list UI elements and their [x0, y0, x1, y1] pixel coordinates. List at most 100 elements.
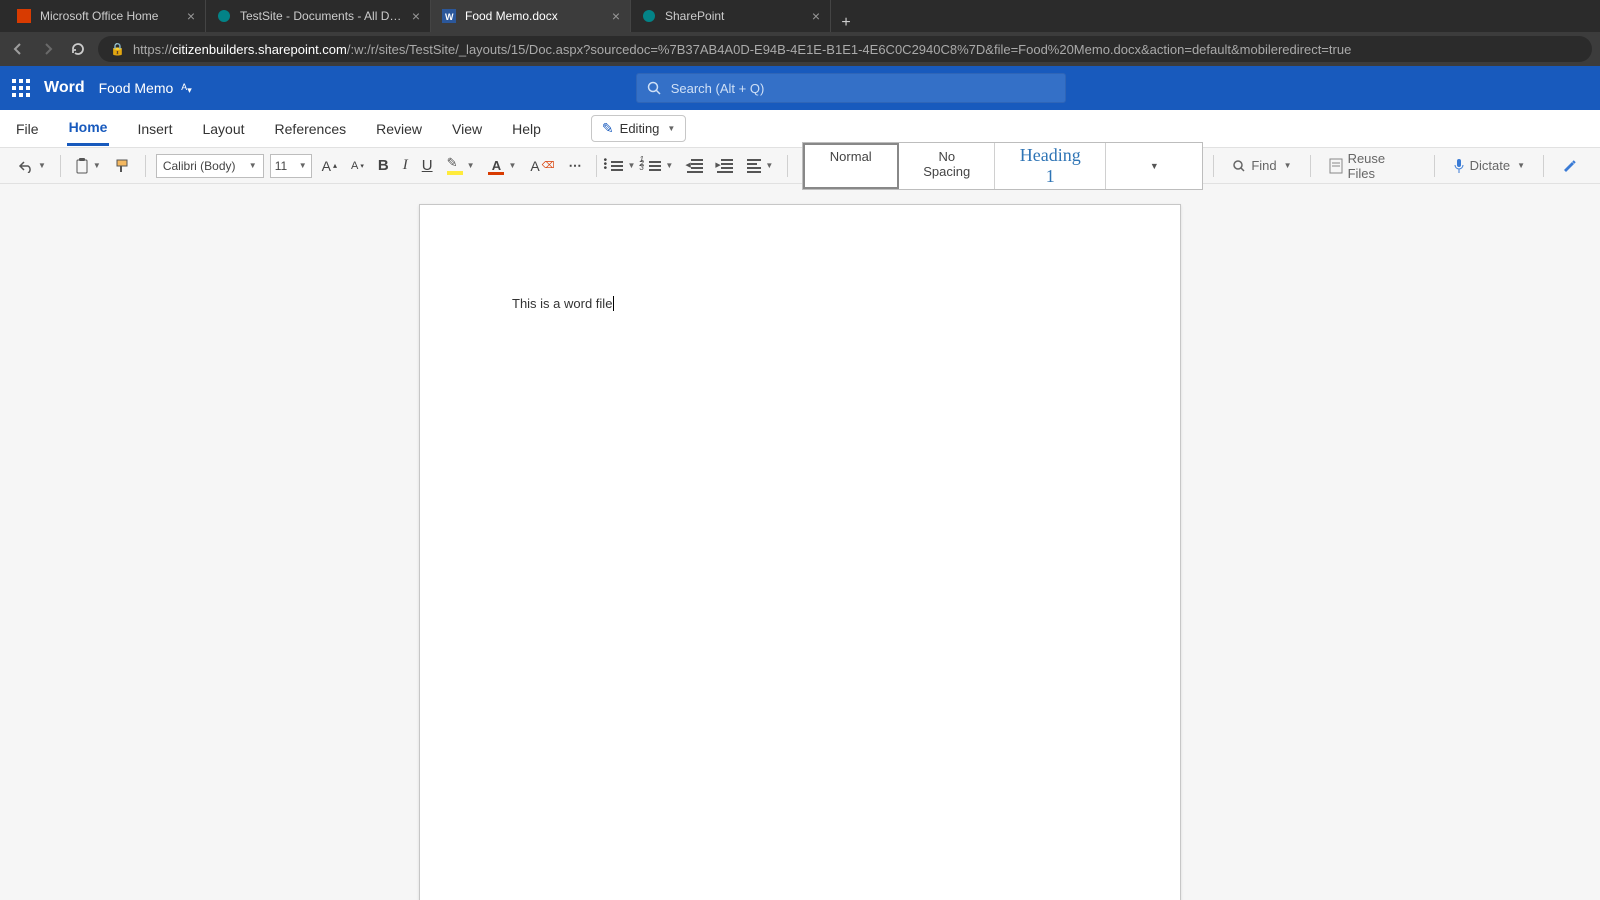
chevron-down-icon: ▼ [765, 161, 773, 170]
share-indicator-icon[interactable]: ᴬ▾ [181, 81, 191, 96]
styles-more-button[interactable]: ▼ [1106, 143, 1202, 189]
tab-title: Microsoft Office Home [40, 9, 179, 23]
find-button[interactable]: Find ▼ [1224, 154, 1299, 177]
url-input[interactable]: 🔒 https://citizenbuilders.sharepoint.com… [98, 36, 1592, 62]
tab-references[interactable]: References [273, 113, 349, 145]
close-icon[interactable]: × [612, 8, 620, 24]
app-header: Word Food Memo ᴬ▾ Search (Alt + Q) [0, 66, 1600, 110]
tab-file[interactable]: File [14, 113, 41, 145]
document-body-text[interactable]: This is a word file [512, 296, 612, 311]
close-icon[interactable]: × [412, 8, 420, 24]
chevron-down-icon: ▼ [667, 124, 675, 133]
more-font-options-button[interactable]: ⋯ [564, 155, 586, 177]
clear-formatting-button[interactable]: A⌫ [526, 155, 558, 177]
bullets-button[interactable]: ▼ [607, 158, 639, 174]
format-painter-button[interactable] [111, 155, 135, 177]
separator [1310, 155, 1311, 177]
tab-home[interactable]: Home [67, 111, 110, 146]
font-name-select[interactable]: Calibri (Body)▼ [156, 154, 264, 178]
toolbar: ▼ ▼ Calibri (Body)▼ 11▼ A▴ A▾ B I U ▼ A▼… [0, 148, 1600, 184]
search-icon [1232, 159, 1246, 173]
separator [787, 155, 788, 177]
tab-layout[interactable]: Layout [200, 113, 246, 145]
pen-icon: ✎ [602, 120, 614, 137]
tab-title: Food Memo.docx [465, 9, 604, 23]
font-size-select[interactable]: 11▼ [270, 154, 312, 178]
underline-button[interactable]: U [418, 154, 437, 177]
styles-gallery: Normal No Spacing Heading 1 ▼ [802, 142, 1203, 190]
decrease-indent-button[interactable] [683, 156, 707, 176]
separator [1543, 155, 1544, 177]
browser-tab[interactable]: TestSite - Documents - All Docu... × [206, 0, 431, 32]
ribbon-tabs: File Home Insert Layout References Revie… [0, 110, 1600, 148]
document-page[interactable]: This is a word file [419, 204, 1181, 900]
close-icon[interactable]: × [812, 8, 820, 24]
reuse-files-button[interactable]: Reuse Files [1321, 147, 1424, 185]
separator [596, 155, 597, 177]
browser-tab[interactable]: Microsoft Office Home × [6, 0, 206, 32]
reload-button[interactable] [68, 39, 88, 59]
bullets-icon [611, 161, 623, 171]
undo-button[interactable]: ▼ [14, 156, 50, 176]
shrink-font-button[interactable]: A▾ [347, 157, 368, 175]
style-normal[interactable]: Normal [803, 143, 899, 189]
separator [1213, 155, 1214, 177]
microphone-icon [1453, 158, 1465, 174]
browser-tabs: Microsoft Office Home × TestSite - Docum… [0, 0, 1600, 32]
tab-help[interactable]: Help [510, 113, 543, 145]
chevron-down-icon: ▼ [1284, 161, 1292, 170]
align-button[interactable]: ▼ [743, 156, 777, 176]
new-tab-button[interactable]: + [831, 14, 861, 32]
tab-view[interactable]: View [450, 113, 484, 145]
separator [145, 155, 146, 177]
numbering-button[interactable]: ▼ [645, 158, 677, 174]
text-cursor [613, 296, 614, 311]
app-launcher-icon[interactable] [12, 79, 30, 97]
document-canvas[interactable]: This is a word file [0, 184, 1600, 900]
style-heading1[interactable]: Heading 1 [995, 143, 1106, 189]
close-icon[interactable]: × [187, 8, 195, 24]
separator [60, 155, 61, 177]
tab-title: SharePoint [665, 9, 804, 23]
forward-button[interactable] [38, 39, 58, 59]
tab-review[interactable]: Review [374, 113, 424, 145]
chevron-down-icon: ▼ [467, 161, 475, 170]
address-bar: 🔒 https://citizenbuilders.sharepoint.com… [0, 32, 1600, 66]
indent-icon [717, 159, 733, 173]
editing-mode-button[interactable]: ✎ Editing ▼ [591, 115, 686, 142]
document-name[interactable]: Food Memo [99, 80, 174, 96]
search-input[interactable]: Search (Alt + Q) [636, 73, 1066, 103]
chevron-down-icon: ▼ [38, 161, 46, 170]
office-icon [16, 8, 32, 24]
sharepoint-icon [216, 8, 232, 24]
highlight-icon [447, 158, 463, 174]
font-color-button[interactable]: A▼ [484, 155, 520, 177]
chevron-down-icon: ▼ [249, 161, 257, 170]
url-text: https://citizenbuilders.sharepoint.com/:… [133, 42, 1351, 57]
browser-tab[interactable]: SharePoint × [631, 0, 831, 32]
search-placeholder: Search (Alt + Q) [671, 81, 765, 96]
browser-tab-active[interactable]: W Food Memo.docx × [431, 0, 631, 32]
svg-text:W: W [445, 12, 454, 22]
highlight-button[interactable]: ▼ [443, 155, 479, 177]
search-icon [647, 81, 661, 95]
file-icon [1329, 158, 1343, 174]
align-left-icon [747, 159, 761, 173]
dictate-button[interactable]: Dictate ▼ [1445, 154, 1533, 178]
back-button[interactable] [8, 39, 28, 59]
bold-button[interactable]: B [374, 154, 393, 177]
chevron-down-icon: ▼ [1517, 161, 1525, 170]
paste-button[interactable]: ▼ [71, 155, 105, 177]
grow-font-button[interactable]: A▴ [318, 155, 341, 177]
chevron-down-icon: ▼ [665, 161, 673, 170]
outdent-icon [687, 159, 703, 173]
style-no-spacing[interactable]: No Spacing [899, 143, 995, 189]
tab-insert[interactable]: Insert [135, 113, 174, 145]
increase-indent-button[interactable] [713, 156, 737, 176]
editor-button[interactable] [1554, 154, 1586, 178]
italic-button[interactable]: I [399, 154, 412, 177]
font-color-icon: A [488, 158, 504, 174]
lock-icon: 🔒 [110, 42, 125, 56]
separator [1434, 155, 1435, 177]
tab-title: TestSite - Documents - All Docu... [240, 9, 404, 23]
